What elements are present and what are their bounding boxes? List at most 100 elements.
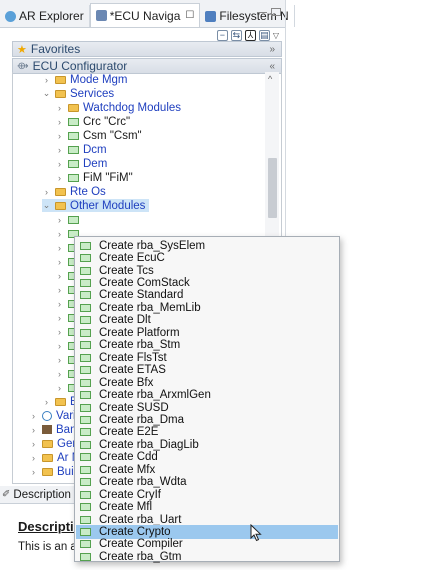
collapse-all-icon[interactable]: −	[216, 29, 228, 41]
expand-icon[interactable]: ›	[55, 145, 64, 155]
tree-item-mode-mgm[interactable]: › Mode Mgm	[42, 73, 128, 86]
tree-item-crc[interactable]: › Crc "Crc"	[55, 115, 130, 128]
tree-item-services[interactable]: ⌄ Services	[42, 87, 114, 100]
tree-item-build[interactable]: › Buil	[29, 465, 76, 478]
menu-item-ecuc[interactable]: Create EcuC	[76, 251, 338, 264]
menu-item-compiler[interactable]: Create Compiler	[76, 538, 338, 551]
menu-item-etas[interactable]: Create ETAS	[76, 364, 338, 377]
collapse-icon[interactable]: ⌄	[42, 200, 51, 211]
expand-icon[interactable]: ›	[55, 341, 64, 351]
menu-item-mfl[interactable]: Create Mfl	[76, 500, 338, 513]
menu-item-tcs[interactable]: Create Tcs	[76, 264, 338, 277]
module-icon	[80, 440, 91, 449]
tree-item-dem[interactable]: › Dem	[55, 157, 107, 170]
menu-item-rba-memlib[interactable]: Create rba_MemLib	[76, 301, 338, 314]
tab-ecu-navigator[interactable]: *ECU Naviga ☐	[89, 3, 201, 27]
ecu-configurator-label: ECU Configurator	[32, 59, 128, 73]
menu-item-comstack[interactable]: Create ComStack	[76, 276, 338, 289]
chevron-up-icon[interactable]: ^	[268, 74, 272, 84]
expand-icon[interactable]: ›	[42, 75, 51, 85]
menu-item-label: Create rba_MemLib	[99, 301, 201, 314]
tree-item-watchdog-modules[interactable]: › Watchdog Modules	[55, 101, 181, 114]
menu-item-rba-gtm[interactable]: Create rba_Gtm	[76, 550, 338, 563]
maximize-icon[interactable]	[271, 8, 281, 16]
link-with-editor-icon[interactable]: ⇆	[230, 29, 242, 41]
favorites-section-header[interactable]: ★ Favorites »	[12, 41, 282, 57]
tab-ar-explorer[interactable]: AR Explorer	[0, 5, 90, 27]
menu-item-rba-uart[interactable]: Create rba_Uart	[76, 513, 338, 526]
folder-icon	[55, 397, 66, 406]
menu-item-rba-diaglib[interactable]: Create rba_DiagLib	[76, 438, 338, 451]
menu-item-cdd[interactable]: Create Cdd	[76, 451, 338, 464]
collapse-icon[interactable]: ⌄	[42, 88, 51, 99]
menu-item-susd[interactable]: Create SUSD	[76, 401, 338, 414]
module-icon	[80, 328, 91, 337]
expand-icon[interactable]: ›	[55, 327, 64, 337]
expand-icon[interactable]: ›	[55, 285, 64, 295]
view-menu-icon[interactable]: ▤	[258, 29, 270, 41]
module-icon	[80, 515, 91, 524]
view-menu-chevron-icon[interactable]: ▽	[273, 31, 279, 40]
module-icon	[80, 291, 91, 300]
menu-item-rba-stm[interactable]: Create rba_Stm	[76, 339, 338, 352]
expand-icon[interactable]: ›	[42, 187, 51, 197]
expand-icon[interactable]: ›	[55, 369, 64, 379]
expand-icon[interactable]: ›	[29, 453, 38, 463]
tree-item-other-modules[interactable]: ⌄ Other Modules	[42, 199, 150, 212]
menu-item-label: Create rba_Gtm	[99, 550, 182, 563]
tree-item-rte-os[interactable]: › Rte Os	[42, 185, 106, 198]
chevron-down-icon[interactable]: »	[269, 44, 275, 55]
expand-icon[interactable]: ›	[29, 425, 38, 435]
expand-icon[interactable]: ›	[55, 299, 64, 309]
menu-item-flstst[interactable]: Create FlsTst	[76, 351, 338, 364]
minimize-icon[interactable]	[257, 8, 267, 13]
menu-item-e2e[interactable]: Create E2E	[76, 426, 338, 439]
expand-icon[interactable]: ›	[29, 411, 38, 421]
menu-item-crypto[interactable]: Create Crypto	[76, 525, 338, 539]
chevron-up-icon[interactable]: «	[269, 61, 275, 72]
close-icon[interactable]: ☐	[185, 10, 194, 21]
tree-item-fim[interactable]: › FiM "FiM"	[55, 171, 133, 184]
tree-item-csm[interactable]: › Csm "Csm"	[55, 129, 142, 142]
menu-item-bfx[interactable]: Create Bfx	[76, 376, 338, 389]
module-icon	[80, 366, 91, 375]
expand-icon[interactable]: ›	[55, 355, 64, 365]
expand-icon[interactable]: ›	[55, 271, 64, 281]
menu-item-rba-dma[interactable]: Create rba_Dma	[76, 413, 338, 426]
tree-item-dcm[interactable]: › Dcm	[55, 143, 107, 156]
filter-icon[interactable]: ⅄	[244, 29, 256, 41]
menu-item-rba-wdta[interactable]: Create rba_Wdta	[76, 476, 338, 489]
menu-item-dlt[interactable]: Create Dlt	[76, 314, 338, 327]
expand-icon[interactable]: ›	[55, 243, 64, 253]
expand-icon[interactable]: ›	[29, 439, 38, 449]
menu-item-standard[interactable]: Create Standard	[76, 289, 338, 302]
expand-icon[interactable]: ›	[55, 215, 64, 225]
folder-icon	[55, 201, 66, 210]
expand-icon[interactable]: ›	[55, 103, 64, 113]
menu-item-platform[interactable]: Create Platform	[76, 326, 338, 339]
menu-item-mfx[interactable]: Create Mfx	[76, 463, 338, 476]
expand-icon[interactable]: ›	[55, 159, 64, 169]
expand-icon[interactable]: ›	[55, 313, 64, 323]
tree-item-child[interactable]: ›	[55, 213, 79, 226]
tab-description[interactable]: ✐ Description	[0, 486, 78, 504]
expand-icon[interactable]: ›	[55, 229, 64, 239]
scrollbar-thumb[interactable]	[268, 158, 277, 218]
module-icon	[80, 528, 91, 537]
menu-item-rba-arxmlgen[interactable]: Create rba_ArxmlGen	[76, 388, 338, 401]
menu-item-rba-syselem[interactable]: Create rba_SysElem	[76, 239, 338, 252]
tree-item-label: Services	[70, 87, 115, 100]
expand-icon[interactable]: ›	[55, 117, 64, 127]
expand-icon[interactable]: ›	[29, 467, 38, 477]
module-icon	[80, 465, 91, 474]
expand-icon[interactable]: ›	[55, 257, 64, 267]
expand-icon[interactable]: ›	[55, 173, 64, 183]
expand-icon[interactable]: ›	[42, 397, 51, 407]
expand-icon[interactable]: ›	[55, 131, 64, 141]
tree-item-label: FiM "FiM"	[83, 171, 133, 184]
folder-icon	[68, 103, 79, 112]
menu-item-cryif[interactable]: Create CryIf	[76, 488, 338, 501]
expand-icon[interactable]: ›	[55, 383, 64, 393]
menu-item-label: Create Bfx	[99, 376, 154, 389]
tree-item-bam[interactable]: › Bam	[29, 423, 80, 436]
